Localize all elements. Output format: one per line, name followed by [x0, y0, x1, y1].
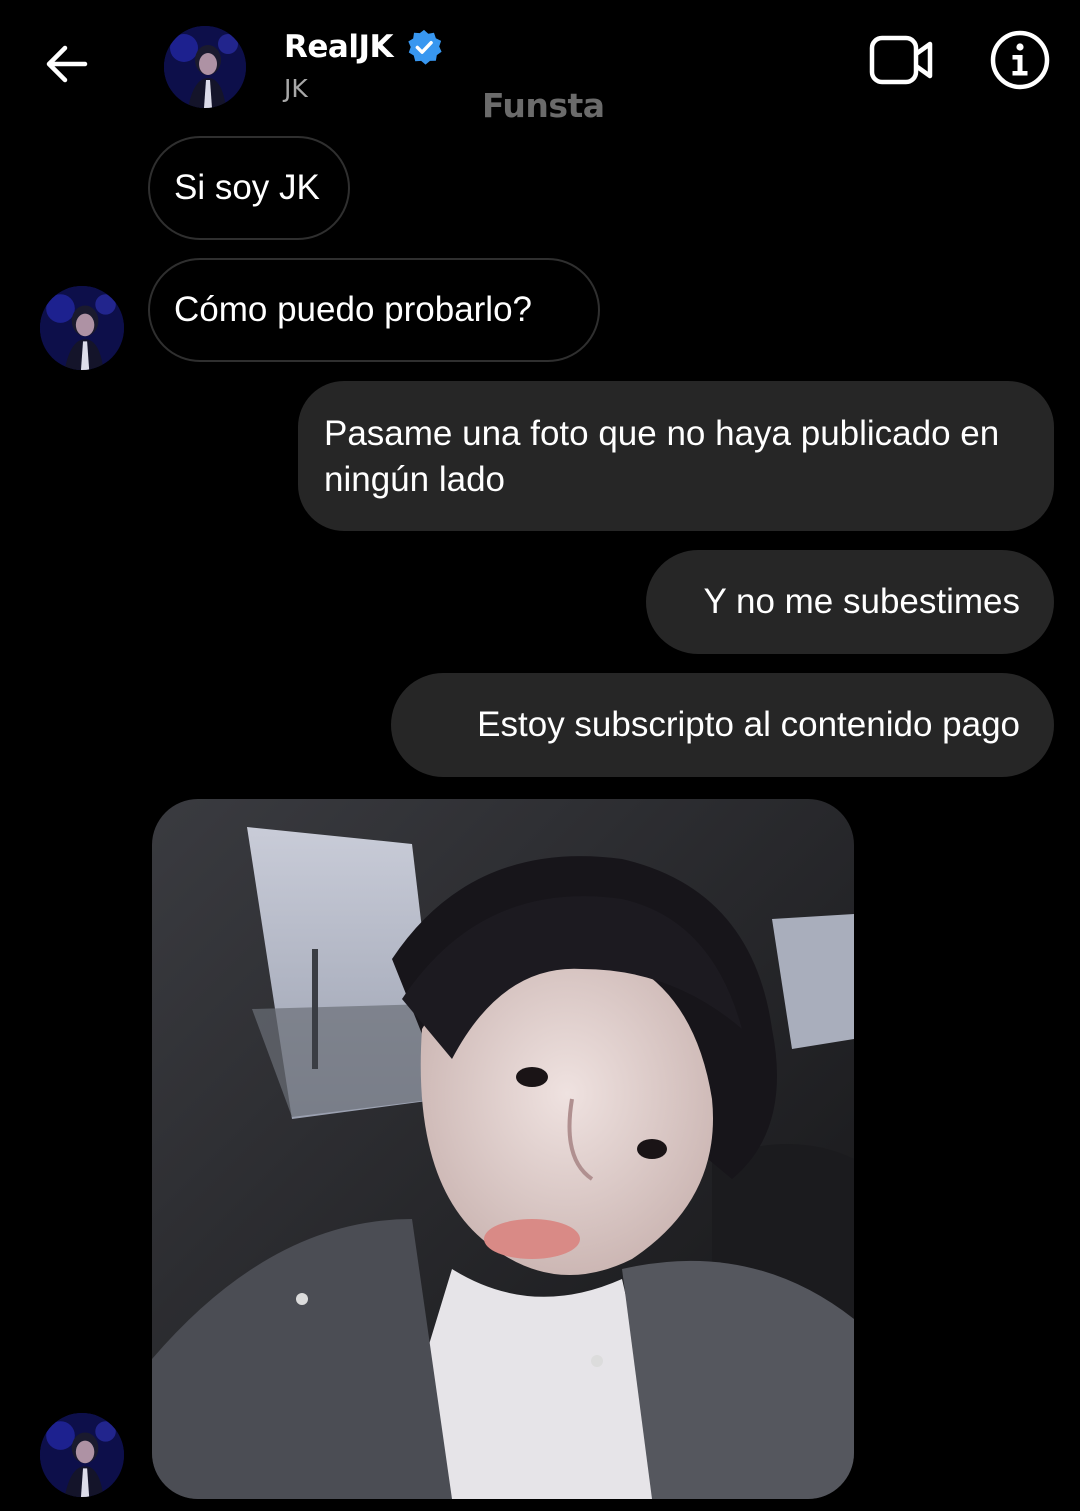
message-sent[interactable]: Estoy subscripto al contenido pago [391, 673, 1054, 777]
video-call-button[interactable] [866, 30, 938, 90]
avatar-image [40, 1413, 124, 1497]
profile-avatar[interactable] [164, 26, 246, 108]
sender-avatar[interactable] [40, 1413, 124, 1497]
avatar-image [40, 286, 124, 370]
info-circle-icon [990, 30, 1050, 90]
profile-name-text: RealJK [284, 29, 394, 65]
message-received[interactable]: Si soy JK [148, 136, 350, 240]
message-received[interactable]: Cómo puedo probarlo? [148, 258, 600, 362]
message-text: Pasame una foto que no haya publicado en… [324, 414, 1000, 499]
message-photo[interactable] [152, 799, 854, 1499]
info-button[interactable] [988, 28, 1052, 92]
video-camera-icon [869, 35, 933, 85]
message-text: Y no me subestimes [703, 582, 1020, 621]
sender-avatar[interactable] [40, 286, 124, 370]
avatar-image [164, 26, 246, 108]
back-button[interactable] [30, 28, 102, 100]
message-text: Estoy subscripto al contenido pago [477, 705, 1020, 744]
message-text: Si soy JK [174, 168, 320, 207]
verified-badge-icon [408, 29, 442, 65]
message-sent[interactable]: Pasame una foto que no haya publicado en… [298, 381, 1054, 531]
watermark-text: Funsta [482, 86, 605, 125]
message-text: Cómo puedo probarlo? [174, 290, 533, 329]
message-sent[interactable]: Y no me subestimes [646, 550, 1054, 654]
profile-name[interactable]: RealJK [284, 26, 443, 68]
arrow-left-icon [46, 45, 88, 83]
profile-handle: JK [284, 74, 308, 103]
selfie-photo [152, 799, 854, 1499]
